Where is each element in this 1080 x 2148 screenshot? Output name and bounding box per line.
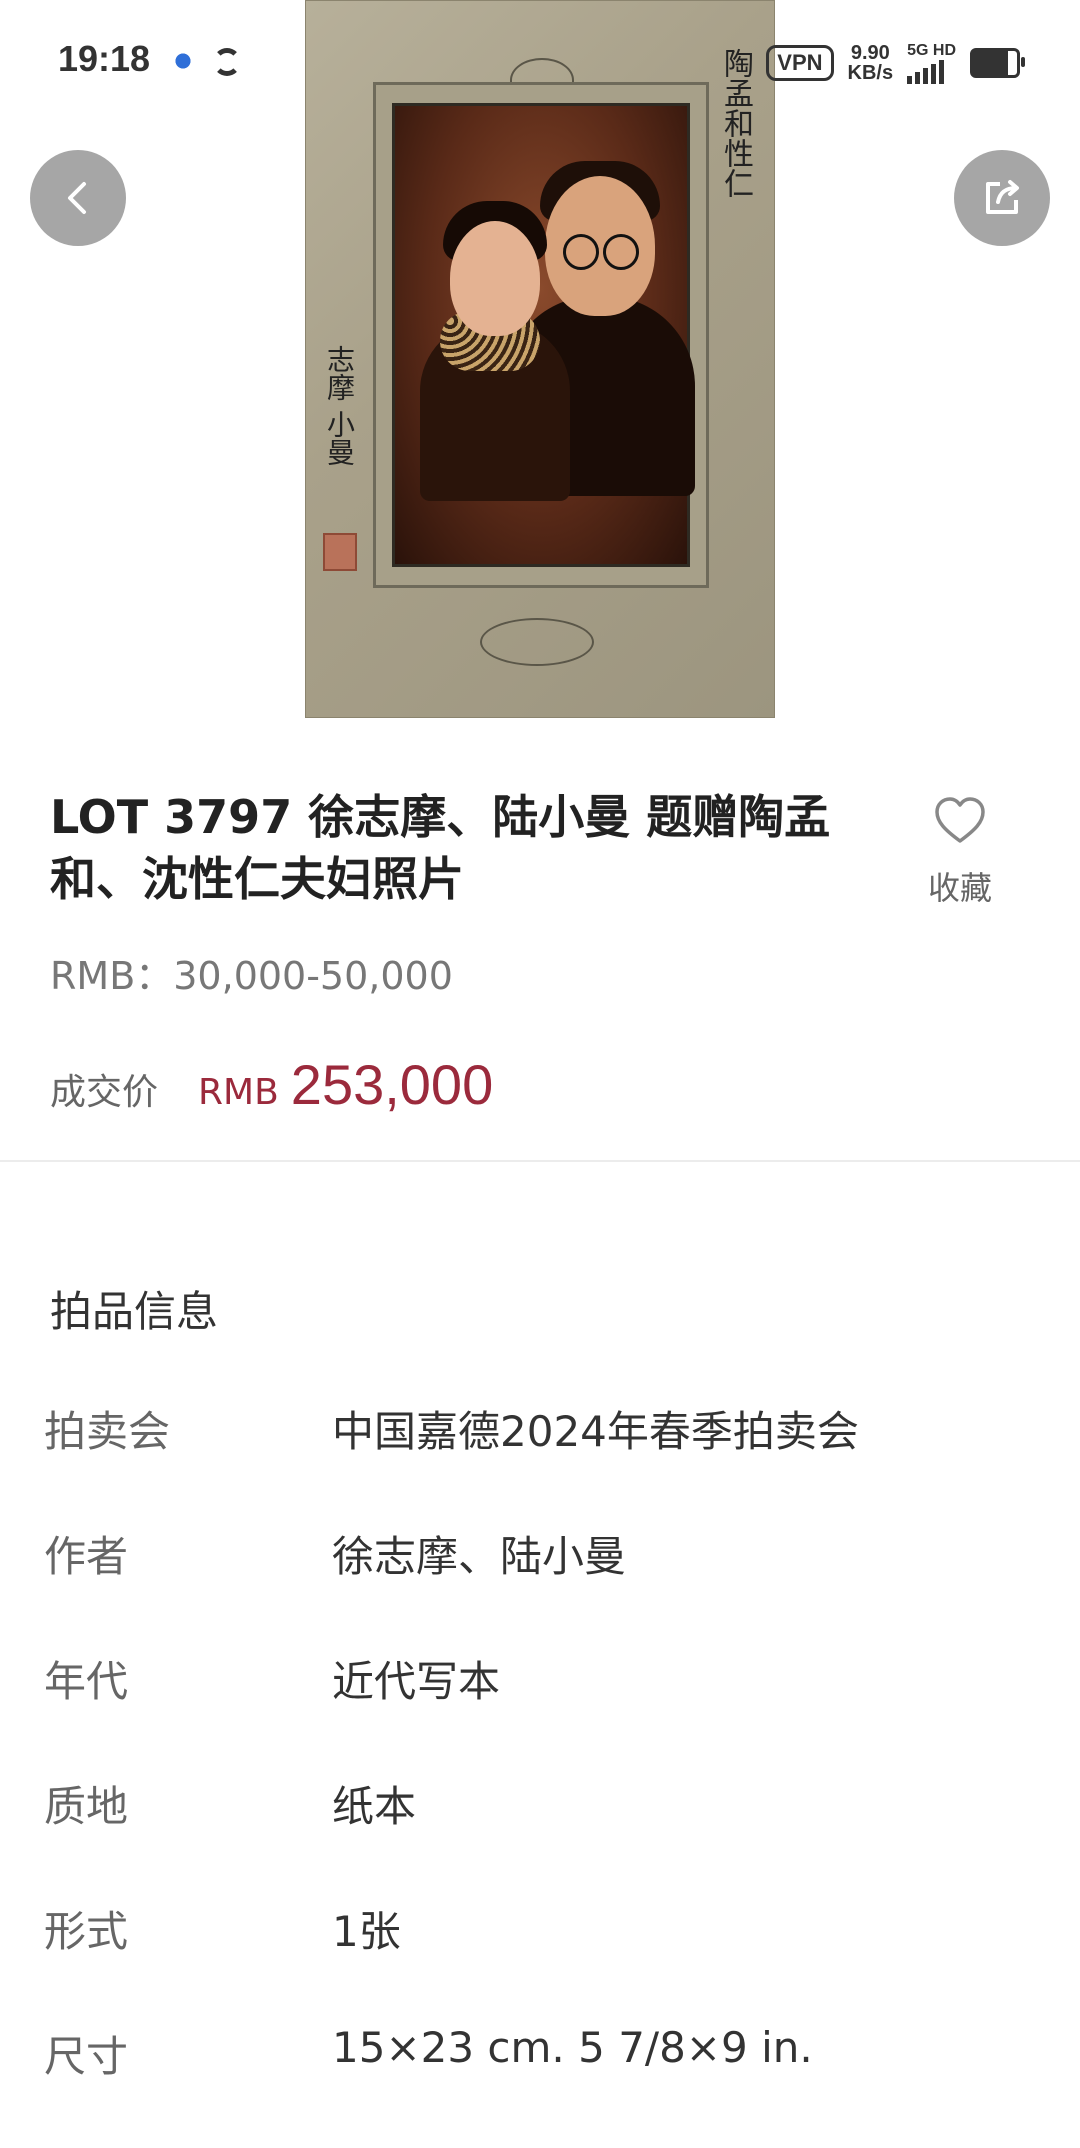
chevron-left-icon: [68, 182, 86, 214]
favorite-label: 收藏: [927, 869, 992, 907]
vpn-badge: VPN: [766, 45, 834, 81]
baidu-icon: [170, 48, 196, 74]
app-s-icon: [213, 48, 241, 76]
glasses: [563, 234, 639, 270]
speed-value: 9.90: [850, 42, 890, 64]
section-title: 拍品信息: [50, 1287, 219, 1336]
info-value: 中国嘉德2024年春季拍卖会: [332, 1407, 859, 1456]
estimate-price: RMB：30,000-50,000: [50, 954, 453, 998]
share-button[interactable]: [954, 150, 1050, 246]
network-speed: 9.90 KB/s: [848, 43, 894, 83]
inscription-left: 志摩 小曼: [323, 345, 356, 466]
status-indicators: VPN 9.90 KB/s 5G HD: [766, 42, 1025, 84]
network-label: 5G HD: [907, 42, 956, 59]
status-time: 19:18: [58, 38, 151, 79]
speed-unit: KB/s: [847, 62, 894, 84]
info-row-auction: 拍卖会 中国嘉德2024年春季拍卖会: [44, 1398, 1044, 1523]
battery-icon: [970, 48, 1025, 78]
woman-face: [450, 221, 540, 336]
info-row-size: 尺寸 15×23 cm. 5 7/8×9 in.: [44, 2023, 1044, 2148]
info-value: 纸本: [332, 1782, 417, 1831]
section-divider: [0, 1160, 1080, 1162]
info-value: 15×23 cm. 5 7/8×9 in.: [332, 2023, 813, 2072]
network-type: 5G HD: [907, 42, 956, 84]
deal-label: 成交价: [50, 1072, 159, 1113]
status-bar: 19:18 VPN 9.90 KB/s 5G HD: [0, 0, 1080, 120]
photo-frame: [373, 82, 709, 588]
lot-info-list: 拍卖会 中国嘉德2024年春季拍卖会 作者 徐志摩、陆小曼 年代 近代写本 质地…: [44, 1398, 1044, 2148]
deal-price: 253,000: [290, 1053, 494, 1116]
info-row-format: 形式 1张: [44, 1898, 1044, 2023]
signal-icon: [907, 60, 956, 84]
info-label: 年代: [44, 1657, 129, 1706]
info-label: 质地: [44, 1782, 129, 1831]
info-row-author: 作者 徐志摩、陆小曼: [44, 1523, 1044, 1648]
info-value: 近代写本: [332, 1657, 501, 1706]
info-row-material: 质地 纸本: [44, 1773, 1044, 1898]
info-value: 1张: [332, 1907, 401, 1956]
info-value: 徐志摩、陆小曼: [332, 1532, 627, 1581]
info-label: 拍卖会: [44, 1407, 171, 1456]
lot-header: LOT 3797 徐志摩、陆小曼 题赠陶孟和、沈性仁夫妇照片: [50, 786, 880, 910]
share-icon: [986, 180, 1019, 214]
heart-icon: [933, 797, 987, 849]
portrait-photo: [392, 103, 695, 567]
deal-currency: RMB: [198, 1072, 279, 1113]
back-button[interactable]: [30, 150, 126, 246]
info-label: 尺寸: [44, 2032, 129, 2081]
red-seal: [323, 533, 357, 571]
lot-title: LOT 3797 徐志摩、陆小曼 题赠陶孟和、沈性仁夫妇照片: [50, 790, 831, 906]
deal-price-row: 成交价 RMB 253,000: [50, 1052, 493, 1117]
studio-emblem: [480, 618, 594, 666]
info-label: 作者: [44, 1532, 129, 1581]
favorite-button[interactable]: 收藏: [910, 795, 1010, 909]
info-label: 形式: [44, 1907, 129, 1956]
info-row-era: 年代 近代写本: [44, 1648, 1044, 1773]
